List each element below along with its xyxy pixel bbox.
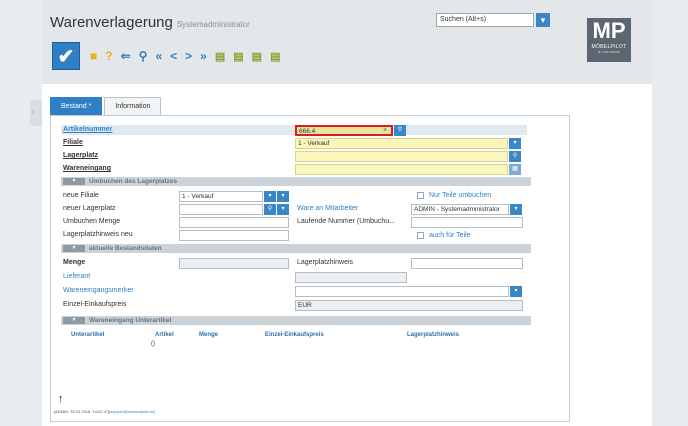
section-umbuchen[interactable]: ▼ Umbuchen des Lagerplatzes: [61, 177, 531, 186]
ware-an-mitarbeiter-label: Ware an Mitarbeiter: [297, 205, 359, 212]
logo: MP MÖBELPILOT BY SOFTWARE: [587, 18, 631, 62]
umbuchen-menge-input[interactable]: [179, 217, 289, 228]
section-bestandsdaten[interactable]: ▼ aktuelle Bestandsdaten: [61, 244, 531, 253]
menge-label: Menge: [63, 259, 86, 266]
nur-teile-checkbox[interactable]: [417, 192, 424, 199]
check-icon[interactable]: ✔: [52, 42, 80, 70]
wareneingangsmerker-label: Wareneingangsmerker: [63, 287, 134, 294]
neue-filiale-label: neue Filiale: [63, 192, 99, 199]
filiale-label: Filiale: [63, 139, 83, 146]
page-subtitle: Systemadministrator: [176, 20, 250, 29]
section-unterartikel-title: Wareneingang Unterartikel: [89, 317, 172, 324]
collapse-icon[interactable]: ▼: [63, 245, 85, 252]
lieferant-label: Lieferant: [63, 273, 91, 280]
db-add-icon[interactable]: ▤: [233, 50, 243, 63]
search-dropdown-button[interactable]: ▾: [536, 13, 550, 27]
page-title: Warenverlagerung Systemadministrator: [50, 14, 250, 31]
lagerplatz-input[interactable]: [295, 151, 508, 162]
page-title-text: Warenverlagerung: [50, 14, 173, 31]
section-bestandsdaten-title: aktuelle Bestandsdaten: [89, 245, 162, 252]
neuer-lagerplatz-dropdown-button[interactable]: ▾: [277, 204, 289, 215]
left-rail: ›: [0, 0, 42, 426]
row-highlight: [61, 125, 527, 135]
neuer-lagerplatz-input[interactable]: [179, 204, 263, 215]
support-email-link[interactable]: [support@moebelpilot.de]: [109, 409, 155, 414]
section-umbuchen-title: Umbuchen des Lagerplatzes: [89, 178, 178, 185]
save-icon[interactable]: ■: [90, 49, 97, 63]
search-icon[interactable]: ⚲: [139, 49, 148, 63]
wareneingang-label: Wareneingang: [63, 165, 111, 172]
collapse-icon[interactable]: ▼: [63, 178, 85, 185]
logo-tagline: BY SOFTWARE: [598, 50, 620, 54]
lagerplatzhinweis-neu-label: Lagerplatzhinweis neu: [63, 231, 133, 238]
search-input[interactable]: Suchen (Alt+s): [436, 13, 534, 27]
logo-mark: MP: [592, 18, 626, 43]
neue-filiale-select[interactable]: 1 - Verkauf: [179, 191, 263, 202]
column-header-unterartikel[interactable]: Unterartikel: [71, 332, 104, 338]
neue-filiale-dropdown-button-2[interactable]: ▾: [277, 191, 289, 202]
footer-session: [ADMIN, 30.03.2016, 14:02:47]: [54, 409, 110, 414]
wareneingangsmerker-dropdown-button[interactable]: ▾: [510, 286, 522, 297]
header: Warenverlagerung Systemadministrator Such…: [42, 0, 652, 84]
last-icon[interactable]: »: [200, 49, 207, 63]
footer-info: [ADMIN, 30.03.2016, 14:02:47][support@mo…: [54, 409, 155, 414]
tab-bestand[interactable]: Bestand *: [50, 97, 103, 115]
next-icon[interactable]: >: [185, 49, 192, 63]
help-icon[interactable]: ?: [105, 49, 112, 63]
nur-teile-label: Nur Teile umbuchen: [429, 192, 492, 199]
side-expand-tab[interactable]: ›: [30, 100, 42, 126]
lagerplatzhinweis-label: Lagerplatzhinweis: [297, 259, 354, 266]
lagerplatz-label: Lagerplatz: [63, 152, 99, 159]
column-header-einzel-einkaufspreis[interactable]: Einzel-Einkaufspreis: [265, 332, 324, 338]
form-panel: Artikelnummer 666.4 × ⚲ Filiale 1 - Verk…: [50, 115, 570, 422]
column-header-artikel[interactable]: Artikel: [155, 332, 174, 338]
lagerplatz-search-button[interactable]: ⚲: [509, 151, 521, 162]
collapse-icon[interactable]: ▼: [63, 317, 85, 324]
db-edit-icon[interactable]: ▤: [252, 50, 262, 63]
auch-fuer-teile-checkbox[interactable]: [417, 232, 424, 239]
tab-information[interactable]: Information: [104, 97, 162, 115]
first-icon[interactable]: «: [155, 49, 162, 63]
lagerplatzhinweis-neu-input[interactable]: [179, 230, 289, 241]
clear-icon[interactable]: ×: [383, 127, 387, 134]
mitarbeiter-dropdown-button[interactable]: ▾: [510, 204, 522, 215]
content: Bestand * Information Artikelnummer 666.…: [42, 84, 652, 426]
artikelnummer-label: Artikelnummer: [63, 126, 113, 133]
column-header-lagerplatzhinweis[interactable]: Lagerplatzhinweis: [407, 332, 459, 338]
back-icon[interactable]: ⇐: [121, 49, 131, 63]
toolbar: ✔ ■ ? ⇐ ⚲ « < > » ▤ ▤ ▤ ▤: [52, 42, 284, 70]
chevron-right-icon: ›: [32, 107, 35, 116]
wareneingangsmerker-select[interactable]: [295, 286, 509, 297]
lieferant-value: [295, 272, 407, 283]
section-unterartikel[interactable]: ▼ Wareneingang Unterartikel: [61, 316, 531, 325]
right-rail: [652, 0, 688, 426]
filiale-select[interactable]: 1 - Verkauf: [295, 138, 508, 149]
laufende-nummer-input[interactable]: [411, 217, 523, 228]
neue-filiale-dropdown-button[interactable]: ▾: [264, 191, 276, 202]
wareneingang-input[interactable]: [295, 164, 508, 175]
table-row[interactable]: (): [151, 341, 155, 347]
db-icon[interactable]: ▤: [215, 50, 225, 63]
neuer-lagerplatz-search-button[interactable]: ⚲: [264, 204, 276, 215]
lagerplatzhinweis-input[interactable]: [411, 258, 523, 269]
filiale-dropdown-button[interactable]: ▾: [509, 138, 521, 149]
scroll-top-icon[interactable]: ↑: [58, 393, 64, 405]
prev-icon[interactable]: <: [170, 49, 177, 63]
column-header-menge[interactable]: Menge: [199, 332, 218, 338]
menge-value: [179, 258, 289, 269]
einzel-einkaufspreis-label: Einzel-Einkaufspreis: [63, 301, 127, 308]
mitarbeiter-select[interactable]: ADMIN - Systemadministrator: [411, 204, 509, 215]
auch-fuer-teile-label: auch für Teile: [429, 232, 471, 239]
tab-bar: Bestand * Information: [50, 97, 163, 115]
neuer-lagerplatz-label: neuer Lagerplatz: [63, 205, 116, 212]
wareneingang-grid-button[interactable]: ▦: [509, 164, 521, 175]
db-delete-icon[interactable]: ▤: [270, 50, 280, 63]
artikelnummer-input[interactable]: 666.4: [295, 125, 393, 136]
laufende-nummer-label: Laufende Nummer (Umbuchu...: [297, 218, 396, 225]
umbuchen-menge-label: Umbuchen Menge: [63, 218, 121, 225]
artikelnummer-search-button[interactable]: ⚲: [394, 125, 406, 136]
einzel-einkaufspreis-value: EUR: [295, 300, 523, 311]
